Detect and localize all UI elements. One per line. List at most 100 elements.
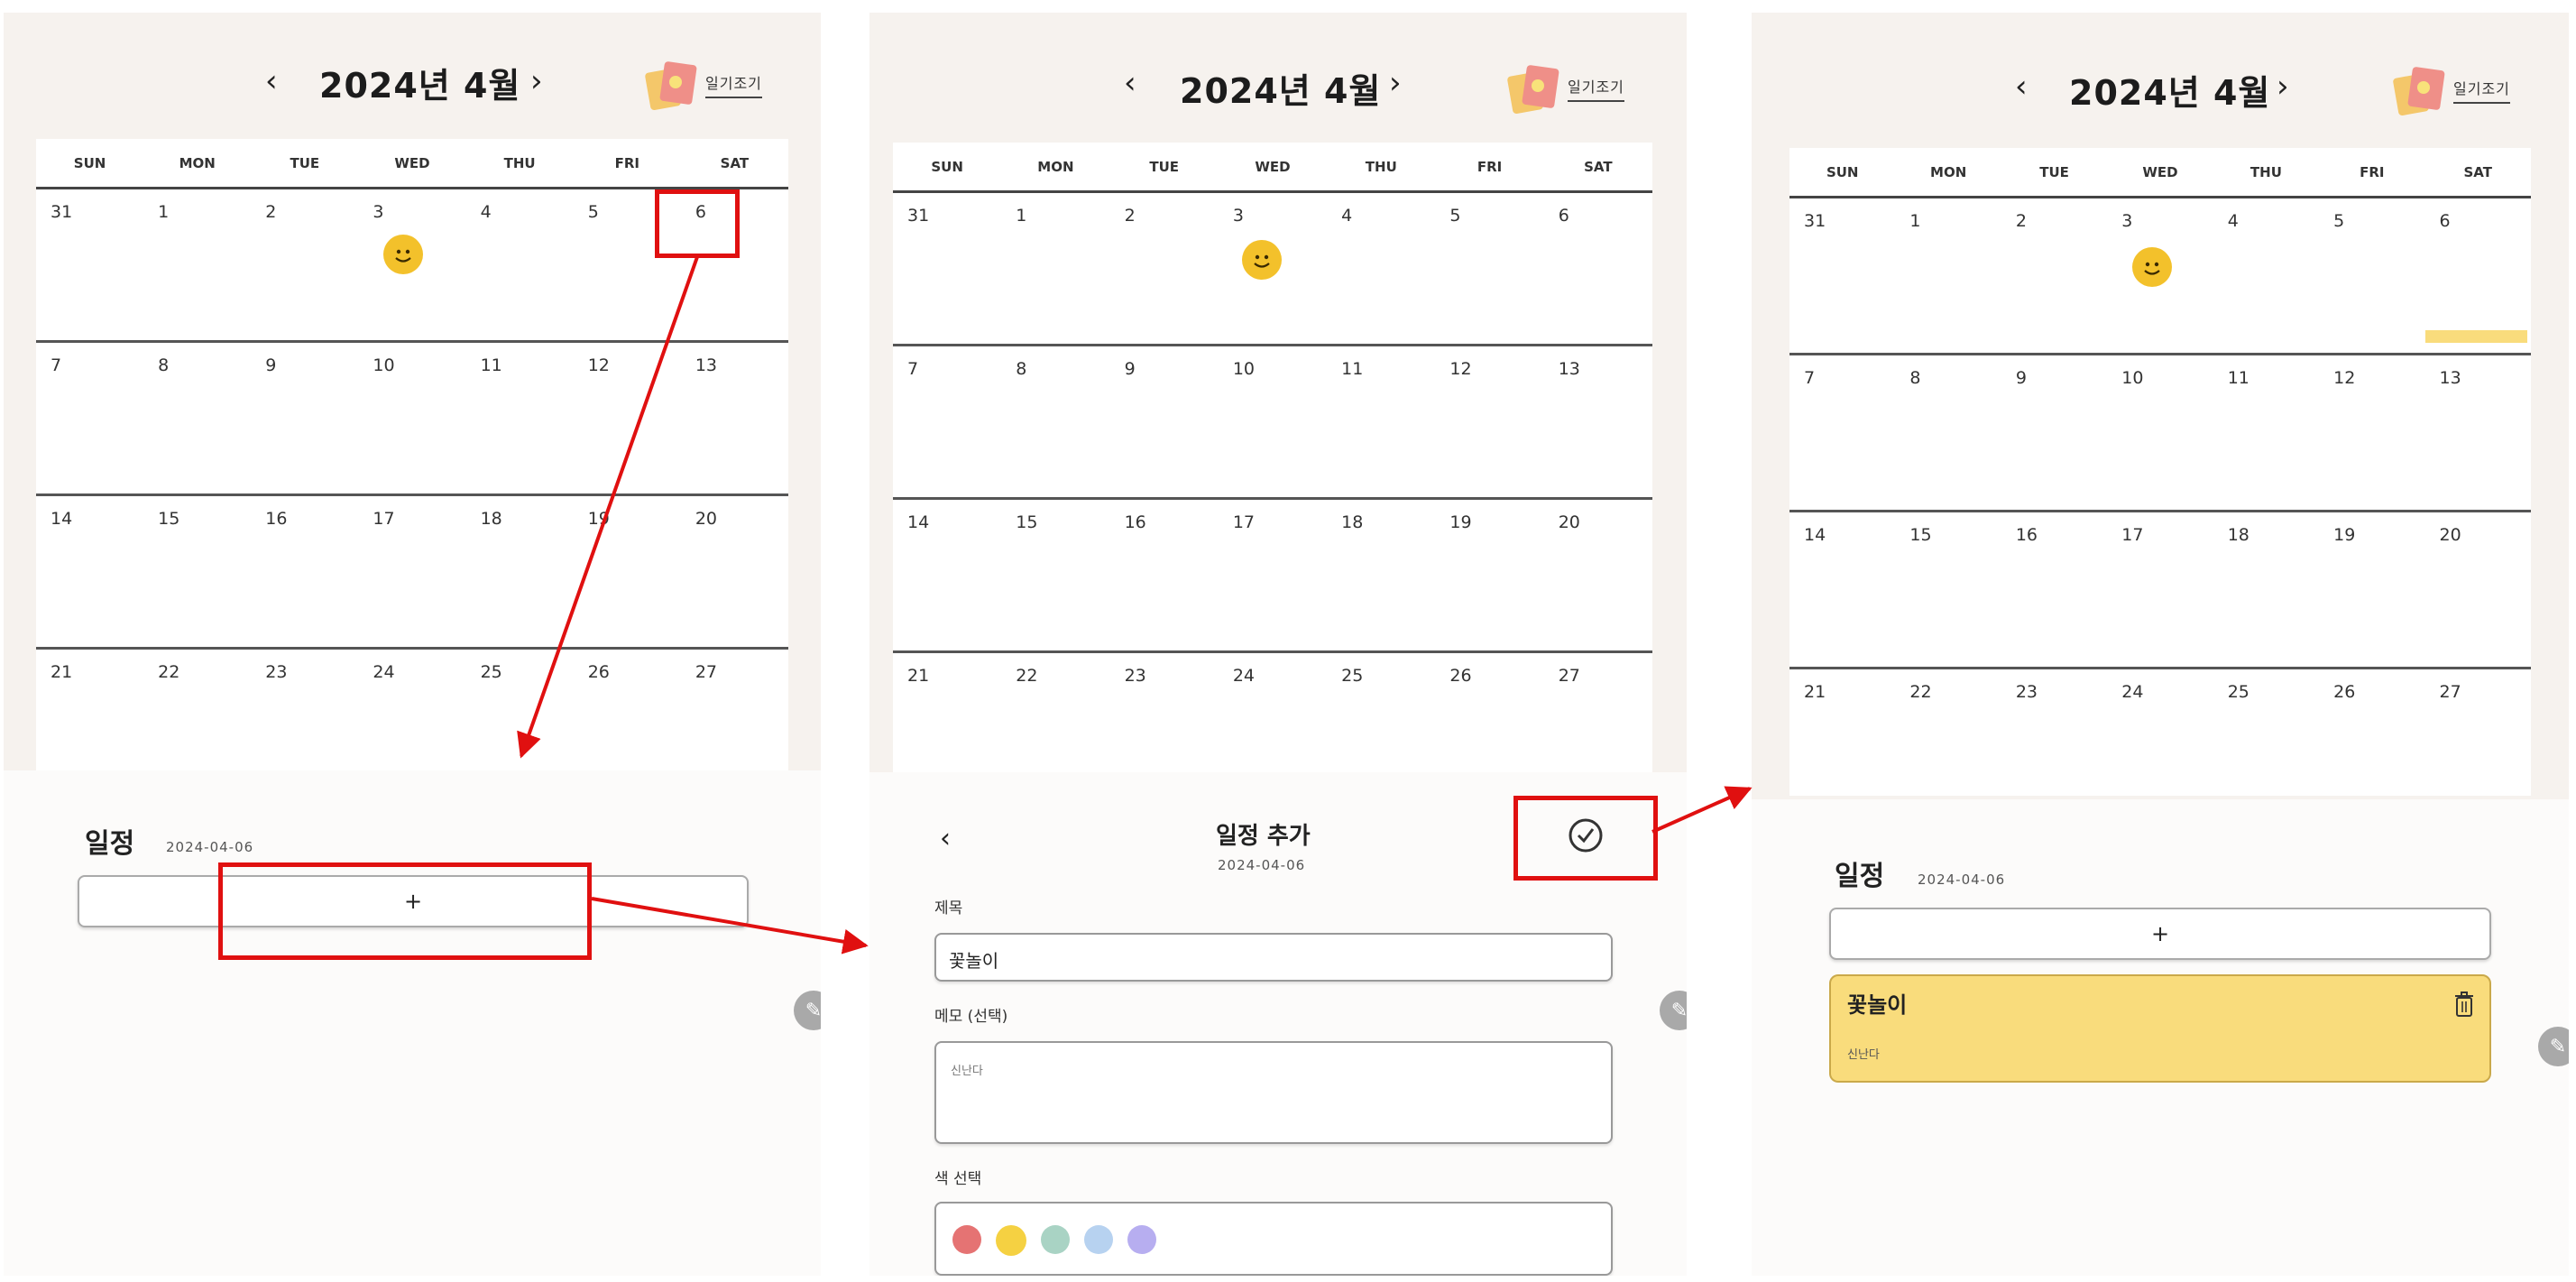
pencil-icon[interactable]: ✎ bbox=[1660, 991, 1687, 1030]
diary-button[interactable]: 일기조기 bbox=[1506, 63, 1624, 115]
add-schedule-button[interactable]: + bbox=[1829, 908, 2491, 960]
next-month-button[interactable]: › bbox=[2277, 69, 2289, 105]
color-swatch-red[interactable] bbox=[952, 1225, 981, 1254]
day-cell[interactable]: 11 bbox=[466, 343, 574, 493]
color-swatch-yellow[interactable] bbox=[996, 1225, 1026, 1256]
day-cell[interactable]: 31 bbox=[893, 193, 1001, 344]
day-cell[interactable]: 9 bbox=[2001, 355, 2107, 510]
day-cell[interactable]: 2 bbox=[2001, 198, 2107, 353]
day-cell[interactable]: 9 bbox=[1110, 346, 1219, 497]
day-cell[interactable]: 4 bbox=[466, 189, 574, 340]
day-cell[interactable]: 10 bbox=[358, 343, 465, 493]
day-number: 8 bbox=[158, 355, 170, 375]
day-number: 14 bbox=[907, 512, 930, 532]
diary-button[interactable]: 일기조기 bbox=[644, 60, 762, 111]
day-cell[interactable]: 16 bbox=[251, 496, 358, 647]
day-cell[interactable]: 27 bbox=[2425, 669, 2531, 796]
day-cell[interactable]: 9 bbox=[251, 343, 358, 493]
day-cell[interactable]: 17 bbox=[2107, 512, 2213, 667]
day-cell[interactable]: 14 bbox=[36, 496, 143, 647]
day-number: 12 bbox=[2333, 368, 2356, 388]
next-month-button[interactable]: › bbox=[530, 63, 543, 99]
dow-sun: SUN bbox=[73, 154, 106, 171]
day-cell[interactable]: 5 bbox=[1435, 193, 1543, 344]
day-cell[interactable]: 8 bbox=[1001, 346, 1109, 497]
pencil-icon[interactable]: ✎ bbox=[794, 991, 821, 1030]
pencil-icon[interactable]: ✎ bbox=[2538, 1027, 2569, 1066]
day-cell[interactable]: 2 bbox=[251, 189, 358, 340]
day-cell[interactable]: 15 bbox=[143, 496, 251, 647]
title-field[interactable]: 꽃놀이 bbox=[934, 933, 1613, 982]
day-cell[interactable]: 14 bbox=[893, 500, 1001, 650]
day-cell[interactable]: 2 bbox=[1110, 193, 1219, 344]
day-cell[interactable]: 13 bbox=[681, 343, 788, 493]
day-cell[interactable]: 19 bbox=[2319, 512, 2424, 667]
day-cell[interactable]: 5 bbox=[2319, 198, 2424, 353]
diary-icon bbox=[2392, 65, 2446, 116]
trash-icon[interactable] bbox=[2453, 991, 2475, 1018]
color-swatch-mint[interactable] bbox=[1041, 1225, 1070, 1254]
day-number: 22 bbox=[1016, 666, 1038, 686]
day-number: 3 bbox=[1232, 206, 1244, 226]
day-cell[interactable]: 8 bbox=[1895, 355, 2001, 510]
day-cell[interactable]: 7 bbox=[893, 346, 1001, 497]
day-cell[interactable]: 20 bbox=[1544, 500, 1652, 650]
day-cell[interactable]: 31 bbox=[36, 189, 143, 340]
diary-button[interactable]: 일기조기 bbox=[2392, 65, 2510, 116]
day-cell[interactable]: 7 bbox=[36, 343, 143, 493]
day-cell[interactable]: 3 bbox=[2107, 198, 2213, 353]
memo-field[interactable]: 신난다 bbox=[934, 1041, 1613, 1144]
day-cell[interactable]: 22 bbox=[1895, 669, 2001, 796]
day-cell[interactable]: 1 bbox=[1895, 198, 2001, 353]
diary-label: 일기조기 bbox=[1568, 75, 1624, 102]
day-cell[interactable]: 18 bbox=[466, 496, 574, 647]
day-cell[interactable]: 19 bbox=[1435, 500, 1543, 650]
day-cell[interactable]: 26 bbox=[2319, 669, 2424, 796]
day-cell[interactable]: 18 bbox=[2213, 512, 2319, 667]
day-cell[interactable]: 17 bbox=[1219, 500, 1327, 650]
day-cell[interactable]: 11 bbox=[1327, 346, 1435, 497]
day-cell[interactable]: 10 bbox=[1219, 346, 1327, 497]
day-cell[interactable]: 25 bbox=[2213, 669, 2319, 796]
event-bar[interactable] bbox=[2424, 330, 2527, 343]
day-cell[interactable]: 12 bbox=[574, 343, 681, 493]
day-cell[interactable]: 7 bbox=[1789, 355, 1895, 510]
prev-month-button[interactable]: ‹ bbox=[1124, 65, 1136, 101]
day-cell[interactable]: 3 bbox=[358, 189, 465, 340]
day-cell[interactable]: 3 bbox=[1219, 193, 1327, 344]
day-cell[interactable]: 23 bbox=[2001, 669, 2107, 796]
day-cell[interactable]: 21 bbox=[1789, 669, 1895, 796]
day-cell[interactable]: 18 bbox=[1327, 500, 1435, 650]
day-cell[interactable]: 4 bbox=[1327, 193, 1435, 344]
prev-month-button[interactable]: ‹ bbox=[2015, 69, 2028, 105]
day-cell[interactable]: 12 bbox=[1435, 346, 1543, 497]
day-cell[interactable]: 24 bbox=[2107, 669, 2213, 796]
color-swatch-purple[interactable] bbox=[1127, 1225, 1156, 1254]
day-cell[interactable]: 17 bbox=[358, 496, 465, 647]
day-cell[interactable]: 31 bbox=[1789, 198, 1895, 353]
day-cell[interactable]: 13 bbox=[2425, 355, 2531, 510]
day-cell[interactable]: 10 bbox=[2107, 355, 2213, 510]
day-cell[interactable]: 8 bbox=[143, 343, 251, 493]
day-cell[interactable]: 20 bbox=[681, 496, 788, 647]
day-cell[interactable]: 11 bbox=[2213, 355, 2319, 510]
day-cell[interactable]: 1 bbox=[1001, 193, 1109, 344]
day-cell[interactable]: 12 bbox=[2319, 355, 2424, 510]
day-cell[interactable]: 19 bbox=[574, 496, 681, 647]
event-card[interactable]: 꽃놀이 신난다 bbox=[1829, 974, 2491, 1083]
day-cell[interactable]: 14 bbox=[1789, 512, 1895, 667]
next-month-button[interactable]: › bbox=[1389, 65, 1402, 101]
day-cell[interactable]: 20 bbox=[2425, 512, 2531, 667]
prev-month-button[interactable]: ‹ bbox=[265, 63, 278, 99]
day-cell[interactable]: 15 bbox=[1001, 500, 1109, 650]
color-swatch-blue[interactable] bbox=[1084, 1225, 1113, 1254]
day-cell[interactable]: 16 bbox=[1110, 500, 1219, 650]
back-button[interactable]: ‹ bbox=[940, 823, 951, 854]
day-cell[interactable]: 15 bbox=[1895, 512, 2001, 667]
day-cell[interactable]: 13 bbox=[1544, 346, 1652, 497]
day-cell[interactable]: 6 bbox=[2424, 198, 2531, 353]
day-cell[interactable]: 4 bbox=[2213, 198, 2319, 353]
day-cell[interactable]: 6 bbox=[1544, 193, 1652, 344]
day-cell[interactable]: 16 bbox=[2001, 512, 2107, 667]
day-cell[interactable]: 1 bbox=[143, 189, 251, 340]
